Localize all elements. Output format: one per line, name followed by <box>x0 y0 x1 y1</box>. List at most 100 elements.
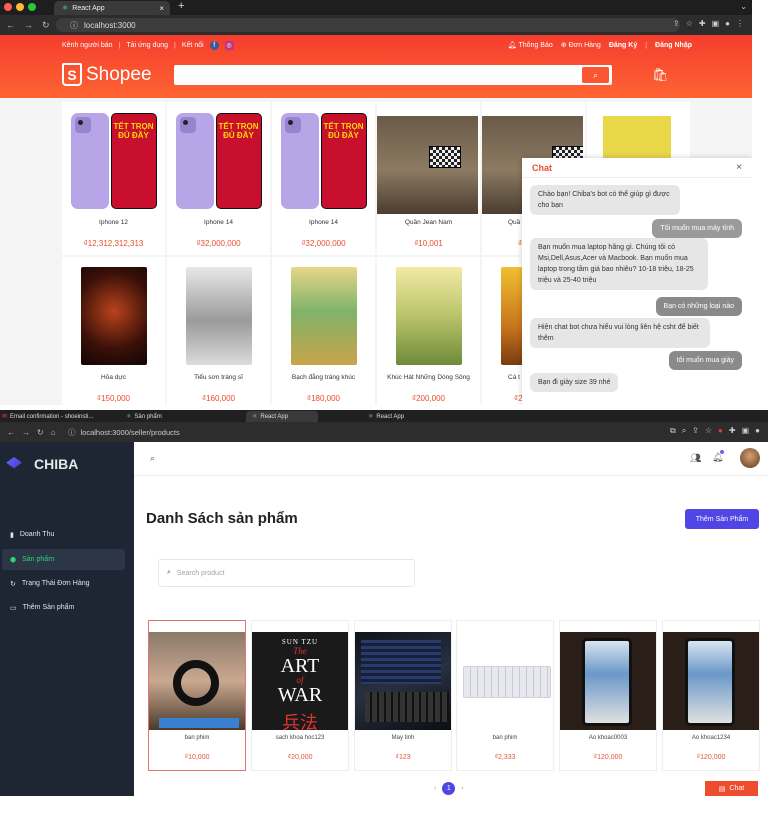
chat-icon: ▤ <box>718 785 726 793</box>
product-card[interactable]: TẾT TRỌN ĐỦ ĐẦY Iphone 14 ₫32,000,000 <box>167 102 270 255</box>
forward-icon[interactable]: → <box>22 428 30 437</box>
refresh-icon: ↻ <box>10 580 16 588</box>
new-tab-icon[interactable]: + <box>178 0 184 12</box>
product-name: sach khoa hoc123 <box>275 735 325 741</box>
browser-tab[interactable]: ⚛ Sản phẩm <box>126 411 162 422</box>
seller-product-card[interactable]: May tinh ₫123 <box>354 620 452 771</box>
address-bar: ← → ↻ ⌂ ⓘ localhost:3000/seller/products … <box>0 422 768 442</box>
browser-tab[interactable]: ✉ Email confirmation - shoeinsti... <box>2 411 93 422</box>
url-field[interactable]: ⓘ localhost:3000 <box>56 18 680 32</box>
header-account-links: 🔔︎ Thông Báo ⊕ Đơn Hàng Đăng Ký | Đăng N… <box>507 41 692 50</box>
prev-page-icon[interactable]: ‹ <box>434 785 436 792</box>
home-icon[interactable]: ⌂ <box>51 428 56 437</box>
notifications-link[interactable]: 🔔︎ Thông Báo <box>508 41 553 49</box>
menu-icon[interactable]: ⋮ <box>736 19 744 28</box>
avatar[interactable] <box>740 448 760 468</box>
sidebar-icon[interactable]: ▣ <box>712 19 720 28</box>
orders-link[interactable]: ⊕ Đơn Hàng <box>561 41 601 49</box>
product-name: Hỏa dực <box>101 374 126 381</box>
brand-logo[interactable]: CHIBA <box>6 456 78 472</box>
register-link[interactable]: Đăng Ký <box>609 42 637 49</box>
search-input[interactable]: ⌕ Search product <box>158 559 415 587</box>
sidebar-icon[interactable]: ▣ <box>742 426 750 436</box>
product-card[interactable]: Tiểu sơn tráng sĩ ₫160,000 <box>167 257 270 405</box>
back-icon[interactable]: ← <box>6 20 18 30</box>
close-chat-icon[interactable]: × <box>736 162 742 173</box>
seller-product-card[interactable]: ban phim ₫10,000 <box>148 620 246 771</box>
product-card[interactable]: TẾT TRỌN ĐỦ ĐẦY Iphone 14 ₫32,000,000 <box>272 102 375 255</box>
next-page-icon[interactable]: › <box>461 785 463 792</box>
product-name: ban phim <box>184 735 210 741</box>
pagination: ‹ 1 › <box>434 782 464 795</box>
reload-icon[interactable]: ↻ <box>37 428 44 437</box>
connect-label: Kết nối <box>181 42 204 49</box>
sidebar-item-revenue[interactable]: ▮ Doanh Thu <box>2 524 125 545</box>
chat-message-user: tôi muốn mua giày <box>668 351 742 370</box>
download-app-link[interactable]: Tải ứng dụng <box>126 42 168 49</box>
reload-icon[interactable]: ↻ <box>42 20 54 31</box>
back-icon[interactable]: ← <box>7 428 15 437</box>
info-icon: ⓘ <box>70 20 78 30</box>
extension-red-icon[interactable]: ● <box>718 426 723 436</box>
product-card[interactable]: Bạch đằng tráng khúc ₫180,000 <box>272 257 375 405</box>
product-name: Ao khoac1234 <box>691 735 731 741</box>
product-card[interactable]: Khúc Hát Những Dòng Sông ₫200,000 <box>377 257 480 405</box>
sidebar-item-add-product[interactable]: ▭ Thêm Sản phẩm <box>2 597 125 618</box>
chat-button[interactable]: ▤ Chat <box>705 781 758 796</box>
seller-main: ⌕ 👥︎ 🔔︎ Danh Sách sản phẩm Thêm Sản Phẩm… <box>134 442 768 796</box>
product-image: TẾT TRỌN ĐỦ ĐẦY <box>66 108 161 213</box>
seller-product-card[interactable]: SUN TZU The ART of WAR 兵法 sach khoa hoc1… <box>251 620 349 771</box>
product-card[interactable]: Hỏa dực ₫150,000 <box>62 257 165 405</box>
instagram-icon[interactable]: ◎ <box>224 41 234 50</box>
star-icon[interactable]: ☆ <box>705 426 712 436</box>
cart-icon[interactable]: 🛍︎ <box>652 67 669 83</box>
seller-window: ✉ Email confirmation - shoeinsti... ⚛ Sản … <box>0 410 768 796</box>
react-icon: ⚛ <box>126 414 132 420</box>
extensions-icon[interactable]: ✚ <box>729 426 736 436</box>
login-link[interactable]: Đăng Nhập <box>655 42 692 49</box>
search-button[interactable]: ⌕ <box>582 67 609 83</box>
close-tab-icon[interactable]: × <box>159 4 164 13</box>
browser-tab[interactable]: ⚛ React App × <box>54 1 170 15</box>
extensions-icon[interactable]: ✚ <box>699 19 706 28</box>
browser-toolbar-icons: ⧉ ⌕ ⇪ ☆ ● ✚ ▣ ● <box>670 426 760 436</box>
seller-product-card[interactable]: ban phim ₫2,333 <box>456 620 554 771</box>
chat-message-bot: Bạn đi giày size 39 nhé <box>530 373 619 392</box>
product-name: ban phim <box>492 735 518 741</box>
product-card[interactable]: Quần Jean Nam ₫10,001 <box>377 102 480 255</box>
facebook-icon[interactable]: f <box>209 41 219 50</box>
chat-header: Chat × <box>522 158 752 178</box>
sidebar-item-products[interactable]: ⬢ Sản phẩm <box>2 549 125 570</box>
page-current[interactable]: 1 <box>442 782 456 795</box>
product-name: Tiểu sơn tráng sĩ <box>194 374 243 381</box>
seller-channel-link[interactable]: Kênh người bán <box>62 42 113 49</box>
url-field[interactable]: ⓘ localhost:3000/seller/products <box>62 425 622 439</box>
users-icon[interactable]: 👥︎ <box>690 453 701 464</box>
translate-icon[interactable]: ⧉ <box>670 426 676 436</box>
product-image <box>377 116 478 214</box>
zoom-icon[interactable]: ⌕ <box>682 426 686 436</box>
profile-icon[interactable]: ● <box>755 426 760 436</box>
share-icon[interactable]: ⇪ <box>692 426 699 436</box>
seller-product-card[interactable]: Ao khoac0003 ₫120,000 <box>559 620 657 771</box>
browser-toolbar-icons: ⇪ ☆ ✚ ▣ ● ⋮ <box>673 19 744 28</box>
share-icon[interactable]: ⇪ <box>673 19 680 28</box>
forward-icon[interactable]: → <box>24 20 36 30</box>
window-controls[interactable] <box>4 3 36 11</box>
product-image <box>663 632 759 730</box>
star-icon[interactable]: ☆ <box>686 19 693 28</box>
product-image: TẾT TRỌN ĐỦ ĐẦY <box>276 108 371 213</box>
shopee-logo[interactable]: S Shopee <box>62 63 152 86</box>
search-input[interactable]: ⌕ <box>174 65 612 85</box>
add-product-button[interactable]: Thêm Sản Phẩm <box>685 509 759 529</box>
chat-message-bot: Bạn muốn mua laptop hãng gì. Chúng tôi c… <box>530 238 708 290</box>
browser-tab[interactable]: ⚛ React App <box>368 411 404 422</box>
seller-product-card[interactable]: Ao khoac1234 ₫120,000 <box>662 620 760 771</box>
search-icon[interactable]: ⌕ <box>150 453 155 464</box>
profile-icon[interactable]: ● <box>725 19 730 28</box>
browser-tab-active[interactable]: ⚛ React App <box>246 411 319 422</box>
bell-icon: 🔔︎ <box>507 42 517 49</box>
product-card[interactable]: TẾT TRỌN ĐỦ ĐẦY Iphone 12 ₫12,312,312,31… <box>62 102 165 255</box>
tab-list-icon[interactable]: ⌄ <box>740 2 747 11</box>
sidebar-item-order-status[interactable]: ↻ Trạng Thái Đơn Hàng <box>2 573 125 594</box>
